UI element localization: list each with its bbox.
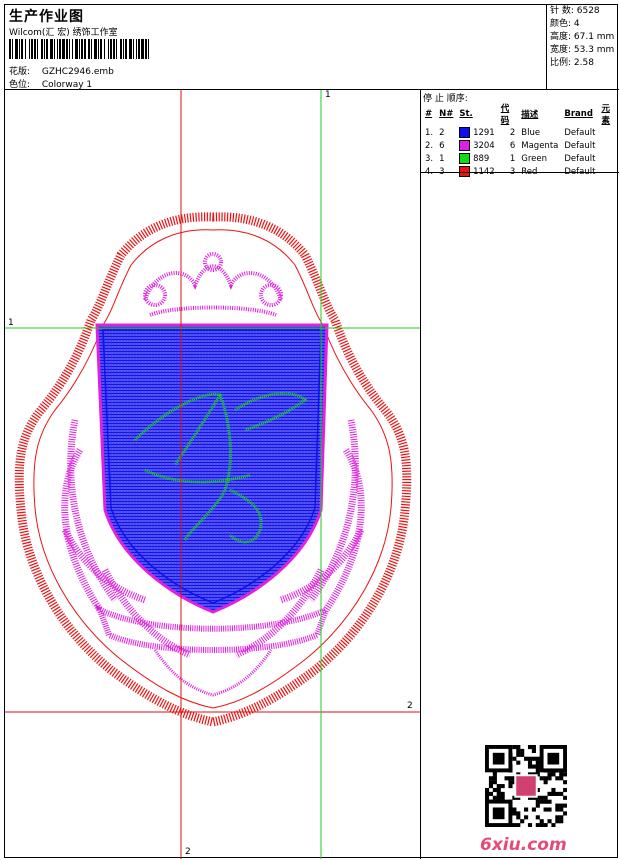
scale-ratio: 比例: 2.58: [550, 58, 594, 68]
row-description: Blue: [521, 127, 541, 138]
table-row: 3. 1 889 1 Green Default: [422, 152, 619, 165]
row-index: 1.: [425, 127, 434, 138]
row-needle: 2: [439, 127, 445, 138]
color-count: 颜色: 4: [550, 19, 580, 29]
col-element: 元素: [601, 104, 610, 126]
row-number: 2: [509, 127, 516, 138]
guide-label-top: 1: [325, 90, 331, 100]
shield: [95, 323, 329, 614]
sheet-title: 生产作业图: [9, 9, 84, 25]
stitch-count: 针 数: 6528: [550, 6, 600, 16]
row-index: 3.: [425, 153, 434, 164]
stop-sequence-table: # N# St. 代码 描述 Brand 元素 1. 2 1291 2 Blue…: [422, 102, 619, 178]
crown: [143, 252, 283, 317]
design-stats: 针 数: 6528 颜色: 4 高度: 67.1 mm 宽度: 53.3 mm …: [547, 5, 619, 90]
design-file-row: 花版: GZHC2946.emb: [9, 64, 114, 77]
row-code: 889: [473, 154, 490, 164]
row-needle: 6: [439, 140, 445, 151]
col-code: 代码: [500, 104, 510, 126]
company-name: Wilcom(汇 宏) 绣饰工作室: [9, 28, 118, 38]
design-file-label: 花版:: [9, 67, 31, 77]
row-swatch-cell: 1291: [456, 126, 497, 139]
qr-code: [485, 745, 568, 828]
table-row: 2. 6 3204 6 Magenta Default: [422, 139, 619, 152]
colorway-value: Colorway 1: [41, 80, 93, 90]
guide-label-left: 1: [8, 318, 14, 328]
row-code: 3204: [473, 141, 495, 151]
watermark-logo: 6xiu.com: [480, 835, 567, 855]
row-element: [598, 152, 619, 165]
production-sheet: 生产作业图 Wilcom(汇 宏) 绣饰工作室 花版: GZHC2946.emb…: [4, 4, 619, 859]
ribbon-tails: [153, 649, 273, 697]
row-brand: Default: [564, 140, 596, 151]
col-brand: Brand: [564, 109, 593, 119]
row-swatch-cell: 3204: [456, 139, 497, 152]
ribbon-banner: [94, 604, 332, 653]
guide-label-bottom: 2: [185, 847, 191, 857]
col-stitches: St.: [459, 109, 473, 119]
row-description: Magenta: [521, 140, 559, 151]
design-width: 宽度: 53.3 mm: [550, 45, 615, 55]
row-description: Green: [521, 153, 548, 164]
design-height: 高度: 67.1 mm: [550, 32, 615, 42]
design-file-value: GZHC2946.emb: [41, 67, 114, 77]
col-needle: N#: [439, 109, 454, 119]
embroidery-preview: [5, 90, 420, 859]
table-row: 1. 2 1291 2 Blue Default: [422, 126, 619, 139]
row-number: 1: [509, 153, 516, 164]
sheet-header: 生产作业图 Wilcom(汇 宏) 绣饰工作室 花版: GZHC2946.emb…: [5, 5, 547, 90]
row-swatch-cell: 889: [456, 152, 497, 165]
col-index: #: [425, 109, 433, 119]
row-code: 1291: [473, 128, 495, 138]
col-description: 描述: [521, 110, 539, 120]
row-needle: 1: [439, 153, 445, 164]
row-brand: Default: [564, 127, 596, 138]
guide-label-right: 2: [407, 701, 413, 711]
row-element: [598, 139, 619, 152]
barcode: [9, 39, 153, 59]
row-brand: Default: [564, 153, 596, 164]
stop-sequence-panel: 停 止 顺序: # N# St. 代码 描述 Brand 元素 1. 2 129…: [421, 90, 619, 859]
colorway-label: 色位:: [9, 80, 31, 90]
design-canvas: 1 1 2 2: [5, 90, 421, 859]
color-swatch: [459, 140, 471, 151]
row-number: 6: [509, 140, 516, 151]
row-element: [598, 126, 619, 139]
table-header-row: # N# St. 代码 描述 Brand 元素: [422, 102, 619, 126]
row-index: 2.: [425, 140, 434, 151]
color-swatch: [459, 153, 471, 164]
color-swatch: [459, 127, 471, 138]
panel-divider: [421, 172, 619, 173]
colorway-row: 色位: Colorway 1: [9, 77, 92, 90]
